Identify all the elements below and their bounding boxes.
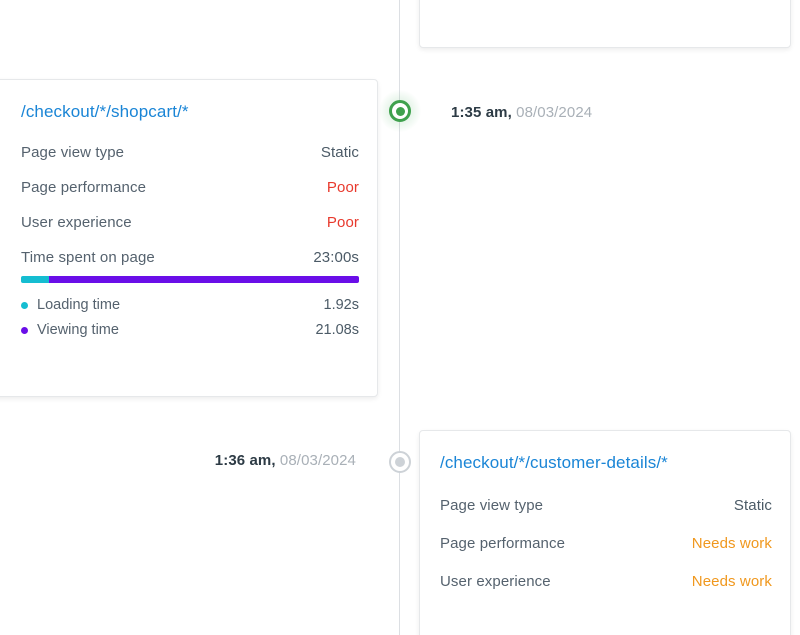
inactive-gray-dot-icon: [389, 451, 411, 473]
timestamp-entry-1: 1:35 am, 08/03/2024: [451, 104, 592, 121]
detail-row: User experience Poor: [21, 214, 359, 231]
row-label: Time spent on page: [21, 249, 155, 266]
row-value: Static: [734, 497, 772, 514]
marker-center-dot-icon: [395, 457, 405, 467]
timestamp-date: 08/03/2024: [516, 104, 592, 121]
row-value-status: Poor: [327, 179, 359, 196]
previous-page-view-card-fragment[interactable]: [419, 0, 791, 48]
timestamp-entry-2: 1:36 am, 08/03/2024: [215, 452, 356, 469]
row-value: Static: [321, 144, 359, 161]
timeline-marker-active[interactable]: [389, 100, 411, 122]
legend-dot-viewing-icon: [21, 327, 28, 334]
legend-item: Viewing time 21.08s: [21, 322, 359, 338]
legend-item: Loading time 1.92s: [21, 297, 359, 313]
row-label: Page performance: [440, 535, 565, 552]
row-label: Page view type: [440, 497, 543, 514]
bar-segment-viewing: [49, 276, 359, 283]
row-value-status: Needs work: [692, 535, 772, 552]
marker-center-dot-icon: [396, 107, 405, 116]
detail-row: Page view type Static: [21, 144, 359, 161]
row-label: User experience: [21, 214, 132, 231]
card-title-link[interactable]: /checkout/*/customer-details/*: [440, 453, 668, 473]
row-value: 23:00s: [313, 249, 359, 266]
legend-label: Loading time: [37, 297, 120, 313]
legend-value: 21.08s: [315, 322, 359, 338]
legend-value: 1.92s: [324, 297, 359, 313]
timestamp-time: 1:36 am,: [215, 452, 276, 469]
timestamp-date: 08/03/2024: [280, 452, 356, 469]
card-title-link[interactable]: /checkout/*/shopcart/*: [21, 102, 189, 122]
page-view-card-shopcart[interactable]: /checkout/*/shopcart/* Page view type St…: [0, 79, 378, 397]
page-view-card-customer-details[interactable]: /checkout/*/customer-details/* Page view…: [419, 430, 791, 635]
row-label: User experience: [440, 573, 551, 590]
timestamp-time: 1:35 am,: [451, 104, 512, 121]
bar-segment-loading: [21, 276, 49, 283]
detail-row: User experience Needs work: [440, 573, 772, 590]
detail-row: Page view type Static: [440, 497, 772, 514]
row-label: Page view type: [21, 144, 124, 161]
legend-label: Viewing time: [37, 322, 119, 338]
detail-row: Time spent on page 23:00s: [21, 249, 359, 266]
detail-row: Page performance Poor: [21, 179, 359, 196]
row-label: Page performance: [21, 179, 146, 196]
time-breakdown-bar: [21, 276, 359, 283]
detail-row: Page performance Needs work: [440, 535, 772, 552]
row-value-status: Needs work: [692, 573, 772, 590]
legend-dot-loading-icon: [21, 302, 28, 309]
row-value-status: Poor: [327, 214, 359, 231]
page-view-timeline: 1:35 am, 08/03/2024 1:36 am, 08/03/2024 …: [0, 0, 800, 635]
active-green-dot-icon: [389, 100, 411, 122]
timeline-marker-idle[interactable]: [389, 451, 411, 473]
